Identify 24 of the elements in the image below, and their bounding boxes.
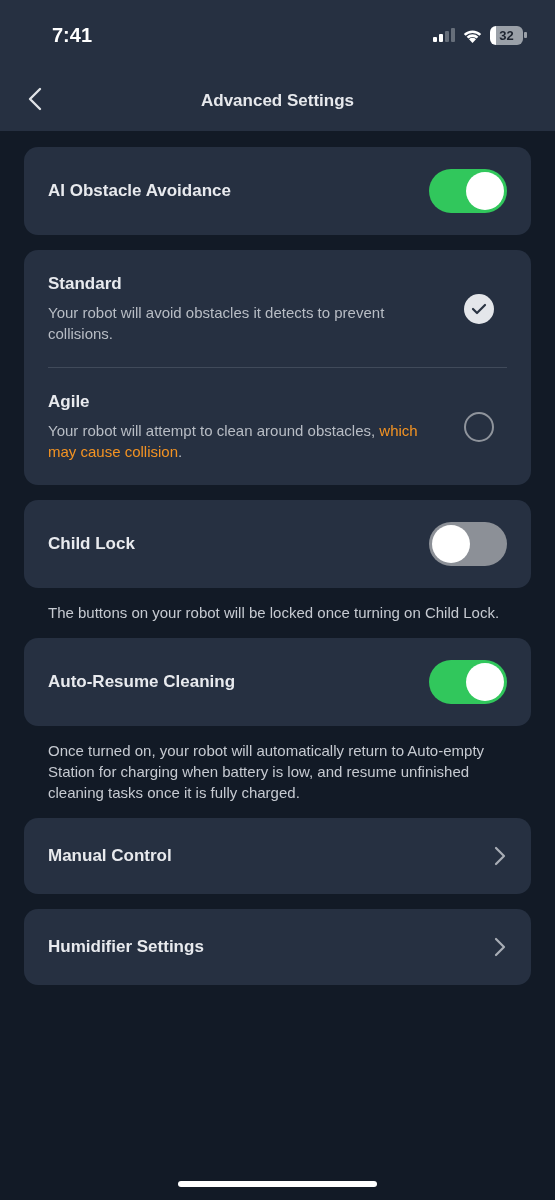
chevron-right-icon bbox=[493, 937, 507, 957]
option-title: Standard bbox=[48, 274, 123, 294]
menu-item-label[interactable]: Humidifier Settings bbox=[48, 937, 493, 957]
screen-title: Advanced Settings bbox=[199, 90, 355, 111]
setting-label: Child Lock bbox=[48, 534, 136, 554]
toggle-switch[interactable] bbox=[429, 522, 507, 566]
chevron-right-icon bbox=[493, 846, 507, 866]
wifi-icon bbox=[462, 27, 483, 43]
status-time: 7:41 bbox=[52, 23, 94, 47]
option-title: Agile bbox=[48, 392, 91, 412]
menu-item-label[interactable]: Manual Control bbox=[48, 846, 493, 866]
radio-button[interactable] bbox=[464, 294, 494, 324]
toggle-switch[interactable] bbox=[429, 660, 507, 704]
option-description: Your robot will avoid obstacles it detects to prevent collisions. bbox=[48, 303, 386, 344]
setting-label: AI Obstacle Avoidance bbox=[48, 181, 232, 201]
check-icon bbox=[471, 303, 487, 315]
radio-button[interactable] bbox=[464, 412, 494, 442]
setting-note: The buttons on your robot will be locked once turning on Child Lock. bbox=[48, 603, 501, 623]
option-description: Your robot will attempt to clean around obstacles, which may cause collision. bbox=[48, 421, 419, 462]
setting-label: Auto-Resume Cleaning bbox=[48, 672, 237, 692]
back-button[interactable] bbox=[26, 87, 44, 113]
signal-icon bbox=[433, 28, 455, 42]
setting-note: Once turned on, your robot will automatically return to Auto-empty Station for charging when battery is low, and resume unfinished cleaning tasks once it is fully charged. bbox=[48, 741, 486, 803]
toggle-switch[interactable] bbox=[429, 169, 507, 213]
